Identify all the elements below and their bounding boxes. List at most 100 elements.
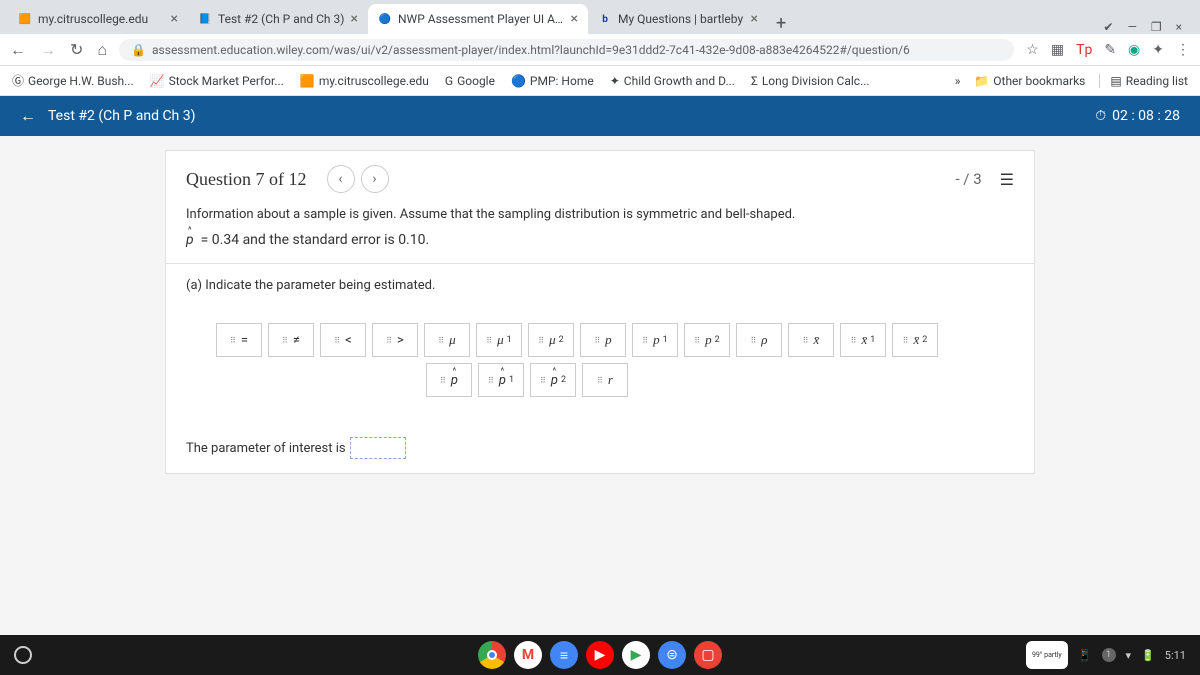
nav-forward-icon[interactable]: → — [40, 40, 56, 60]
other-bookmarks[interactable]: 📁Other bookmarks — [974, 74, 1085, 88]
symbol-palette: ⠿= ⠿≠ ⠿< ⠿> ⠿μ ⠿μ1 ⠿μ2 ⠿p ⠿p1 ⠿p2 ⠿ρ ⠿x̄… — [216, 323, 976, 357]
tab-close-icon[interactable]: × — [751, 11, 758, 27]
bookmark-item[interactable]: 🔵PMP: Home — [511, 74, 594, 88]
chrome-icon[interactable] — [478, 641, 506, 669]
symbol-button-mu2[interactable]: ⠿μ2 — [528, 323, 574, 357]
tab-title: my.citruscollege.edu — [38, 12, 165, 26]
question-info: Information about a sample is given. Ass… — [166, 207, 1034, 264]
more-bookmarks-icon[interactable]: » — [955, 74, 961, 88]
clock[interactable]: 5:11 — [1165, 649, 1186, 662]
phone-icon[interactable]: 📱 — [1078, 649, 1092, 662]
bookmark-item[interactable]: 📈Stock Market Perfor... — [150, 74, 284, 88]
symbol-button-rho[interactable]: ⠿ρ — [736, 323, 782, 357]
address-bar: ← → ↻ ⌂ 🔒 assessment.education.wiley.com… — [0, 34, 1200, 66]
play-icon[interactable]: ▶ — [622, 641, 650, 669]
wifi-icon[interactable]: ▾ — [1126, 649, 1132, 662]
prev-question-button[interactable]: ‹ — [327, 165, 355, 193]
browser-tab[interactable]: b My Questions | bartleby × — [588, 4, 768, 34]
question-given: p = 0.34 and the standard error is 0.10. — [186, 232, 1014, 249]
folder-icon: 📁 — [974, 74, 989, 88]
star-icon[interactable]: ☆ — [1026, 42, 1039, 58]
bookmark-item[interactable]: ΣLong Division Calc... — [751, 74, 870, 88]
window-controls: ✔ — ❐ × — [1093, 20, 1192, 34]
question-body: (a) Indicate the parameter being estimat… — [166, 264, 1034, 473]
app-icon[interactable]: ⊜ — [658, 641, 686, 669]
bookmark-item[interactable]: ✦Child Growth and D... — [610, 74, 735, 88]
ext-icon[interactable]: ▦ — [1051, 42, 1064, 58]
restore-icon[interactable]: ❐ — [1151, 20, 1162, 34]
app-icon-2[interactable]: ▢ — [694, 641, 722, 669]
content-area: Question 7 of 12 ‹ › - / 3 ☰ Information… — [0, 136, 1200, 635]
symbol-button-xbar2[interactable]: ⠿x̄2 — [892, 323, 938, 357]
symbol-button-p2[interactable]: ⠿p2 — [684, 323, 730, 357]
bookmark-icon: 🔵 — [511, 74, 526, 88]
tab-close-icon[interactable]: × — [171, 11, 178, 27]
youtube-icon[interactable]: ▶ — [586, 641, 614, 669]
translate-icon[interactable]: Tр — [1076, 42, 1092, 58]
assessment-header: ← Test #2 (Ch P and Ch 3) ⏱ 02 : 08 : 28 — [0, 96, 1200, 136]
browser-tab[interactable]: 📘 Test #2 (Ch P and Ch 3) × — [188, 4, 368, 34]
bookmark-item[interactable]: GGoogle — [445, 74, 495, 88]
bookmarks-bar: ⒼGeorge H.W. Bush... 📈Stock Market Perfo… — [0, 66, 1200, 96]
answer-line: The parameter of interest is — [186, 437, 1014, 459]
reading-list[interactable]: ▤Reading list — [1099, 74, 1188, 88]
puzzle-icon[interactable]: ✦ — [1152, 42, 1164, 58]
browser-tab-active[interactable]: 🔵 NWP Assessment Player UI Appl × — [368, 4, 588, 34]
ext-icon-2[interactable]: ✎ — [1104, 42, 1116, 58]
symbol-button-p[interactable]: ⠿p — [580, 323, 626, 357]
symbol-button-phat2[interactable]: ⠿p2 — [530, 363, 576, 397]
home-icon[interactable]: ⌂ — [97, 40, 107, 60]
favicon: 🔵 — [378, 12, 392, 26]
symbol-button-p1[interactable]: ⠿p1 — [632, 323, 678, 357]
ext-icon-3[interactable]: ◉ — [1128, 42, 1140, 58]
tab-close-icon[interactable]: × — [571, 11, 578, 27]
kebab-menu-icon[interactable]: ⋮ — [1176, 42, 1190, 58]
check-icon[interactable]: ✔ — [1103, 20, 1113, 34]
lock-icon: 🔒 — [131, 43, 146, 57]
docs-icon[interactable]: ≡ — [550, 641, 578, 669]
minimize-icon[interactable]: — — [1127, 20, 1136, 34]
next-question-button[interactable]: › — [361, 165, 389, 193]
new-tab-button[interactable]: + — [768, 13, 794, 34]
close-window-icon[interactable]: × — [1176, 20, 1182, 34]
bookmark-icon: ✦ — [610, 74, 620, 88]
tab-title: My Questions | bartleby — [618, 12, 745, 26]
url-field[interactable]: 🔒 assessment.education.wiley.com/was/ui/… — [119, 39, 1014, 61]
nav-back-icon[interactable]: ← — [10, 40, 26, 60]
symbol-button-neq[interactable]: ⠿≠ — [268, 323, 314, 357]
question-intro: Information about a sample is given. Ass… — [186, 207, 1014, 222]
weather-widget[interactable]: 99° partly — [1026, 641, 1068, 669]
gmail-icon[interactable]: M — [514, 641, 542, 669]
browser-tab[interactable]: 🟧 my.citruscollege.edu × — [8, 4, 188, 34]
symbol-button-r[interactable]: ⠿r — [582, 363, 628, 397]
bookmark-item[interactable]: ⒼGeorge H.W. Bush... — [12, 72, 134, 89]
symbol-button-xbar[interactable]: ⠿x̄ — [788, 323, 834, 357]
symbol-button-gt[interactable]: ⠿> — [372, 323, 418, 357]
tab-close-icon[interactable]: × — [351, 11, 358, 27]
timer-value: 02 : 08 : 28 — [1112, 108, 1180, 124]
bookmark-icon: G — [445, 74, 453, 88]
tab-title: Test #2 (Ch P and Ch 3) — [218, 12, 345, 26]
symbol-button-mu1[interactable]: ⠿μ1 — [476, 323, 522, 357]
part-a-text: (a) Indicate the parameter being estimat… — [186, 278, 1014, 293]
assessment-title: Test #2 (Ch P and Ch 3) — [48, 108, 196, 124]
symbol-button-phat1[interactable]: ⠿p1 — [478, 363, 524, 397]
bookmark-item[interactable]: 🟧my.citruscollege.edu — [300, 74, 429, 88]
url-text: assessment.education.wiley.com/was/ui/v2… — [152, 43, 910, 57]
symbol-button-mu[interactable]: ⠿μ — [424, 323, 470, 357]
symbol-button-lt[interactable]: ⠿< — [320, 323, 366, 357]
back-arrow-icon[interactable]: ← — [20, 106, 36, 126]
reload-icon[interactable]: ↻ — [70, 40, 83, 60]
symbol-button-xbar1[interactable]: ⠿x̄1 — [840, 323, 886, 357]
symbol-button-equals[interactable]: ⠿= — [216, 323, 262, 357]
list-icon: ▤ — [1110, 74, 1121, 88]
notification-badge[interactable]: 1 — [1102, 648, 1116, 662]
launcher-icon[interactable] — [14, 646, 32, 664]
question-menu-icon[interactable]: ☰ — [1000, 170, 1014, 189]
symbol-button-phat[interactable]: ⠿p — [426, 363, 472, 397]
question-card: Question 7 of 12 ‹ › - / 3 ☰ Information… — [165, 150, 1035, 474]
answer-dropzone[interactable] — [350, 437, 406, 459]
tab-title: NWP Assessment Player UI Appl — [398, 12, 565, 26]
battery-icon[interactable]: 🔋 — [1141, 649, 1155, 662]
bookmark-icon: Ⓖ — [12, 72, 24, 89]
